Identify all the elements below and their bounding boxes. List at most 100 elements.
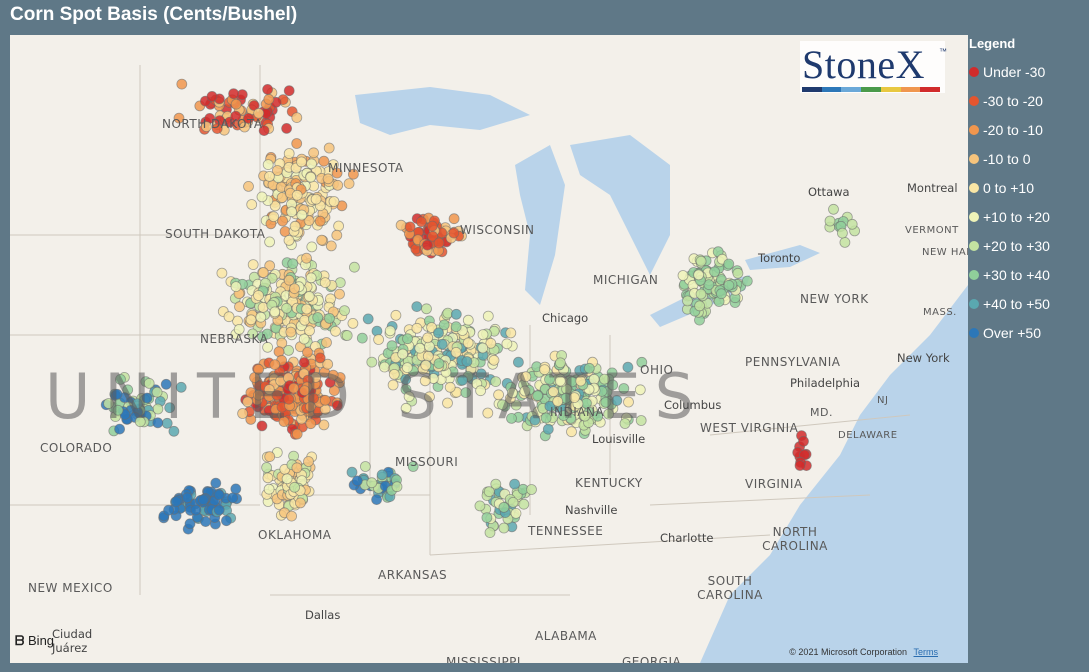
basis-point[interactable] (301, 303, 313, 315)
basis-point[interactable] (216, 267, 228, 279)
basis-point[interactable] (695, 288, 707, 300)
basis-point[interactable] (287, 258, 299, 270)
basis-point[interactable] (306, 158, 317, 170)
basis-point[interactable] (283, 85, 295, 97)
basis-point[interactable] (289, 220, 301, 232)
basis-point[interactable] (283, 148, 295, 159)
basis-point[interactable] (228, 88, 240, 100)
basis-point[interactable] (291, 189, 303, 201)
basis-point[interactable] (411, 301, 423, 313)
basis-point[interactable] (227, 492, 239, 504)
basis-point[interactable] (255, 311, 267, 323)
basis-point[interactable] (433, 327, 444, 339)
basis-point[interactable] (303, 290, 315, 302)
basis-point[interactable] (386, 340, 398, 352)
basis-point[interactable] (213, 504, 225, 516)
basis-point[interactable] (501, 338, 513, 350)
basis-point[interactable] (181, 492, 193, 504)
basis-point[interactable] (246, 199, 258, 210)
basis-point[interactable] (695, 255, 707, 267)
basis-point[interactable] (281, 473, 293, 485)
basis-point[interactable] (322, 173, 334, 185)
basis-point[interactable] (264, 236, 276, 248)
basis-point[interactable] (269, 306, 281, 318)
basis-point[interactable] (798, 435, 809, 447)
basis-point[interactable] (314, 215, 326, 227)
basis-point[interactable] (305, 272, 317, 284)
basis-point[interactable] (477, 329, 489, 341)
basis-point[interactable] (498, 522, 510, 534)
basis-point[interactable] (281, 123, 293, 134)
basis-point[interactable] (223, 311, 235, 323)
basis-point[interactable] (723, 279, 735, 291)
basis-point[interactable] (450, 308, 462, 320)
basis-point[interactable] (415, 216, 427, 228)
basis-point[interactable] (477, 342, 489, 354)
basis-point[interactable] (828, 203, 839, 215)
basis-point[interactable] (462, 337, 474, 349)
basis-point[interactable] (343, 178, 355, 190)
basis-point[interactable] (264, 451, 276, 463)
basis-point[interactable] (334, 288, 345, 300)
basis-point[interactable] (373, 334, 385, 345)
basis-point[interactable] (305, 171, 317, 183)
basis-point[interactable] (301, 252, 312, 264)
basis-point[interactable] (397, 348, 409, 360)
basis-point[interactable] (339, 305, 350, 317)
basis-point[interactable] (741, 275, 753, 287)
basis-point[interactable] (481, 512, 493, 524)
basis-point[interactable] (230, 98, 242, 110)
basis-point[interactable] (291, 462, 303, 474)
basis-point[interactable] (421, 239, 433, 251)
basis-point[interactable] (422, 332, 434, 344)
basis-point[interactable] (294, 497, 306, 509)
basis-point[interactable] (263, 483, 275, 495)
basis-point[interactable] (243, 180, 254, 192)
basis-point[interactable] (414, 342, 426, 354)
basis-point[interactable] (230, 483, 242, 495)
basis-point[interactable] (286, 206, 298, 218)
basis-point[interactable] (296, 156, 307, 168)
basis-point[interactable] (359, 461, 371, 472)
basis-point[interactable] (693, 269, 704, 281)
basis-point[interactable] (281, 302, 293, 314)
basis-point[interactable] (262, 472, 274, 484)
basis-point[interactable] (518, 498, 530, 510)
basis-point[interactable] (268, 211, 280, 223)
basis-point[interactable] (677, 270, 689, 281)
basis-point[interactable] (794, 460, 806, 471)
basis-point[interactable] (279, 226, 291, 237)
basis-point[interactable] (436, 338, 448, 350)
basis-point[interactable] (163, 504, 175, 516)
basis-point[interactable] (505, 327, 517, 339)
basis-point[interactable] (366, 477, 378, 489)
basis-point[interactable] (176, 78, 188, 90)
basis-points-layer[interactable] (10, 35, 968, 663)
basis-point[interactable] (404, 221, 416, 233)
basis-point[interactable] (263, 93, 275, 105)
basis-point[interactable] (716, 288, 727, 300)
basis-point[interactable] (331, 229, 343, 241)
basis-point[interactable] (510, 507, 522, 519)
terms-link[interactable]: Terms (914, 647, 939, 657)
basis-point[interactable] (316, 234, 328, 246)
basis-point[interactable] (723, 258, 735, 270)
basis-point[interactable] (321, 337, 332, 348)
basis-point[interactable] (324, 312, 335, 324)
basis-point[interactable] (390, 309, 402, 321)
basis-point[interactable] (291, 138, 303, 149)
basis-point[interactable] (262, 84, 274, 95)
basis-map[interactable]: UNITED STATES NORTH DAKOTA SOUTH DAKOTA … (10, 35, 968, 663)
basis-point[interactable] (310, 193, 322, 205)
basis-point[interactable] (448, 227, 460, 239)
basis-point[interactable] (247, 259, 259, 271)
basis-point[interactable] (356, 332, 368, 344)
basis-point[interactable] (289, 481, 301, 493)
basis-point[interactable] (213, 489, 225, 501)
basis-point[interactable] (283, 234, 295, 246)
basis-point[interactable] (253, 290, 264, 301)
basis-point[interactable] (402, 333, 413, 345)
basis-point[interactable] (302, 346, 313, 358)
basis-point[interactable] (462, 314, 474, 326)
basis-point[interactable] (450, 346, 462, 358)
